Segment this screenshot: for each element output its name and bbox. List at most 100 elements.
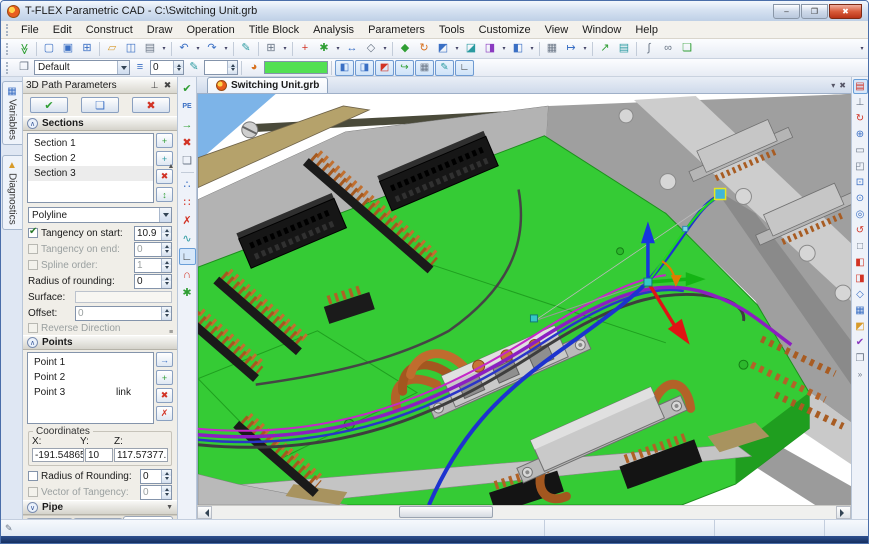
panel-scroll-up-icon[interactable]: ▲ — [166, 163, 176, 170]
attach-icon[interactable]: ∫ — [640, 41, 658, 57]
manipulator-origin[interactable] — [644, 278, 652, 286]
filter-body-toggle[interactable]: ◧ — [335, 60, 354, 76]
wireframe-icon[interactable]: ▦ — [853, 303, 868, 318]
delete-point-button[interactable]: ✖ — [156, 388, 173, 403]
menu-file[interactable]: File — [14, 22, 46, 38]
color-wheel-icon[interactable]: ◕ — [245, 60, 263, 76]
tab-model[interactable]: ▤ Model... — [73, 518, 124, 519]
filter-mesh-toggle[interactable]: ▦ — [415, 60, 434, 76]
redo-dropdown-icon[interactable]: ▾ — [222, 41, 230, 57]
3d-viewport[interactable] — [197, 94, 851, 505]
tab-properties[interactable]: ❐ Prope... — [123, 516, 173, 519]
sidebar-tab-variables[interactable]: ▦ Variables — [2, 81, 22, 145]
pin-panel-icon[interactable]: ⊥ — [148, 79, 161, 92]
zoom-all-icon[interactable]: ▭ — [853, 143, 868, 158]
close-button[interactable]: ✖ — [829, 4, 862, 19]
shell-icon[interactable]: ◧ — [509, 41, 527, 57]
shading-mode-2-icon[interactable]: ◨ — [853, 271, 868, 286]
path-preview-icon[interactable]: ❏ — [179, 152, 196, 169]
close-panel-icon[interactable]: ✖ — [161, 79, 174, 92]
menu-title-block[interactable]: Title Block — [242, 22, 306, 38]
menu-window[interactable]: Window — [575, 22, 628, 38]
rotate-view-icon[interactable]: ↺ — [853, 223, 868, 238]
point-item[interactable]: Point 3link — [28, 385, 153, 400]
menu-construct[interactable]: Construct — [79, 22, 140, 38]
combo-arrow-icon[interactable] — [117, 61, 129, 74]
new-3d-model-icon[interactable]: ▣ — [59, 41, 77, 57]
section-item[interactable]: Section 1 — [28, 136, 153, 151]
point-item[interactable]: Point 2 — [28, 370, 153, 385]
undo-dropdown-icon[interactable]: ▾ — [194, 41, 202, 57]
filter-node-toggle[interactable]: ∟ — [455, 60, 474, 76]
apply-view-icon[interactable]: ✔ — [853, 335, 868, 350]
measure-icon[interactable]: ↦ — [562, 41, 580, 57]
blend-icon[interactable]: ◪ — [462, 41, 480, 57]
path-edit-icon[interactable]: PE — [179, 98, 196, 115]
shading-mode-1-icon[interactable]: ◧ — [853, 255, 868, 270]
filter-face-toggle[interactable]: ◨ — [355, 60, 374, 76]
boolean-icon[interactable]: ◩ — [434, 41, 452, 57]
zoom-object-icon[interactable]: ⊙ — [853, 191, 868, 206]
sections-group-header[interactable]: ∧ Sections — [23, 116, 177, 131]
section-item-selected[interactable]: Section 3 — [28, 166, 153, 181]
scroll-down-icon[interactable]: ▼ — [166, 504, 173, 511]
workplane-icon[interactable]: ◇ — [362, 41, 380, 57]
path-endpoint-handle[interactable] — [715, 189, 726, 200]
delete-section-button[interactable]: ✖ — [156, 169, 173, 184]
more-buttons-icon[interactable]: » — [853, 367, 868, 382]
menu-operation[interactable]: Operation — [179, 22, 241, 38]
document-properties-icon[interactable]: ▤ — [853, 79, 868, 94]
cancel-button[interactable]: ✖ — [132, 97, 170, 113]
3d-node-icon[interactable]: ✱ — [315, 41, 333, 57]
new-window-icon[interactable]: ❐ — [853, 351, 868, 366]
close-view-icon[interactable]: ✖ — [839, 81, 846, 90]
path-smooth-icon[interactable]: ∿ — [179, 230, 196, 247]
radius-rounding-spinner[interactable]: 0 — [134, 274, 172, 289]
curve-type-combobox[interactable]: Polyline — [28, 207, 172, 223]
document-list-icon[interactable]: ▾ — [831, 81, 835, 90]
path-segment-icon[interactable]: → — [179, 116, 196, 133]
axes-icon[interactable]: + — [296, 41, 314, 57]
vector-of-tangency-checkbox[interactable] — [28, 487, 38, 497]
save-document-icon[interactable]: ◫ — [122, 41, 140, 57]
collapse-points-icon[interactable]: ∧ — [27, 337, 38, 348]
new-document-icon[interactable]: ▢ — [40, 41, 58, 57]
tab-3d-model[interactable]: ✱ 3D M... — [26, 518, 73, 519]
filter-path-toggle[interactable]: ↪ — [395, 60, 414, 76]
grid-dropdown-icon[interactable]: ▾ — [281, 41, 289, 57]
radius-of-rounding-checkbox[interactable] — [28, 471, 38, 481]
spin-down-icon[interactable] — [228, 68, 237, 75]
measure-dropdown-icon[interactable]: ▾ — [581, 41, 589, 57]
sidebar-tab-diagnostics[interactable]: ▲ Diagnostics — [2, 155, 22, 230]
insert-link-icon[interactable]: ∞ — [659, 41, 677, 57]
document-tab[interactable]: Switching Unit.grb — [207, 77, 328, 93]
expand-pipe-icon[interactable]: ∨ — [27, 502, 38, 513]
view-workplane-icon[interactable]: ◇ — [853, 287, 868, 302]
path-by-nodes-icon[interactable]: ∷ — [179, 194, 196, 211]
maximize-button[interactable]: ❐ — [801, 4, 828, 19]
filter-sketch-toggle[interactable]: ✎ — [435, 60, 454, 76]
combo-arrow-icon[interactable] — [159, 208, 171, 222]
add-section-button[interactable]: + — [156, 133, 173, 148]
spin-down-icon[interactable] — [174, 68, 183, 75]
menu-edit[interactable]: Edit — [46, 22, 79, 38]
grid-icon[interactable]: ⊞ — [262, 41, 280, 57]
ok-button[interactable]: ✔ — [30, 97, 68, 113]
point-item[interactable]: Point 1 — [28, 355, 153, 370]
pipe-group-header[interactable]: ∨ Pipe ▼ — [23, 500, 177, 515]
move-icon[interactable]: ↔ — [343, 41, 361, 57]
surface-operation-icon[interactable]: ◨ — [481, 41, 499, 57]
path-endpoint-icon[interactable]: ✱ — [179, 284, 196, 301]
layer-combobox[interactable]: Default — [34, 60, 130, 75]
path-delete-node-icon[interactable]: ✗ — [179, 212, 196, 229]
layer-spinner[interactable]: 0 — [150, 60, 184, 75]
path-cancel-icon[interactable]: ✖ — [179, 134, 196, 151]
preview-button[interactable]: ❏ — [81, 97, 119, 113]
print-dropdown-icon[interactable]: ▾ — [160, 41, 168, 57]
menu-parameters[interactable]: Parameters — [361, 22, 432, 38]
boolean-dropdown-icon[interactable]: ▾ — [453, 41, 461, 57]
reorder-section-button[interactable]: ↕ — [156, 187, 173, 202]
toolbar-options-icon[interactable]: ▾ — [858, 41, 866, 57]
redo-icon[interactable]: ↷ — [203, 41, 221, 57]
extrude-icon[interactable]: ◆ — [396, 41, 414, 57]
